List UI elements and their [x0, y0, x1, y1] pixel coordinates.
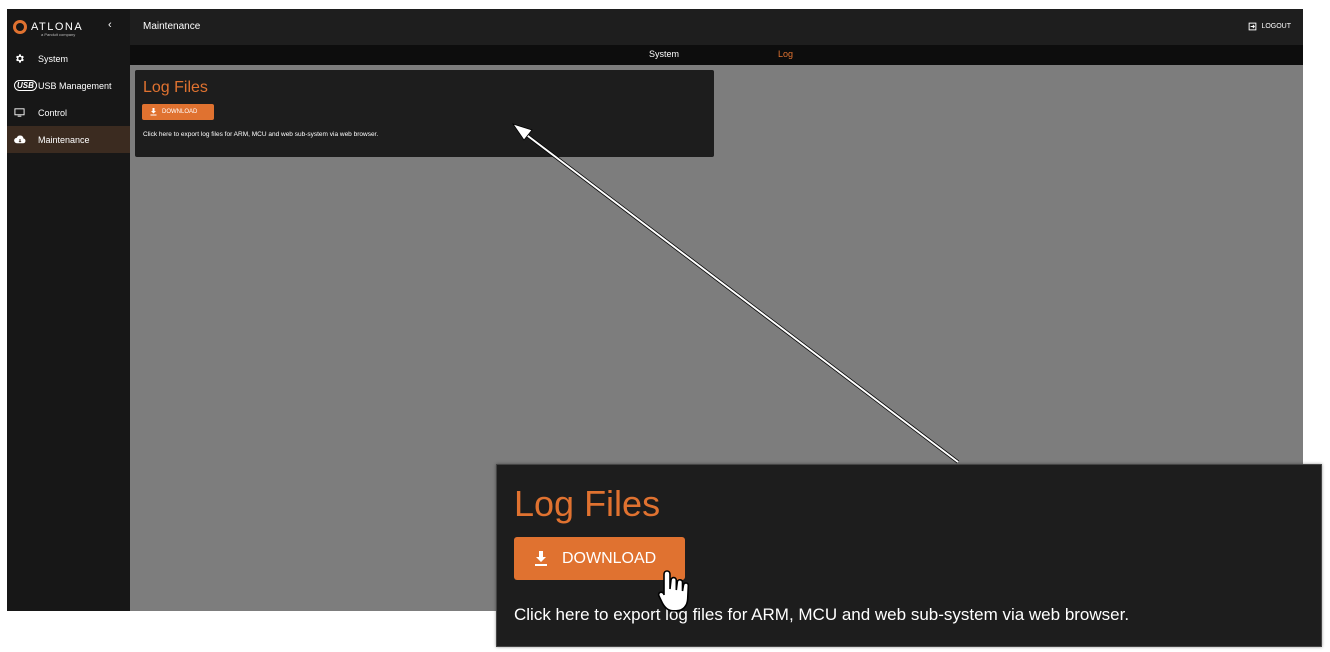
sidebar-item-label: System	[38, 53, 69, 64]
gear-icon	[14, 53, 38, 64]
sidebar-item-control[interactable]: Control	[7, 99, 130, 126]
usb-badge: USB	[14, 80, 37, 91]
download-icon	[150, 108, 157, 116]
logout-label: LOGOUT	[1261, 23, 1291, 30]
atlona-logo-icon	[13, 20, 27, 34]
screenshot-stage: ATLONA a Panduit company ‹ System USB US…	[0, 0, 1330, 652]
logo: ATLONA a Panduit company ‹	[7, 9, 130, 45]
tab-log[interactable]: Log	[778, 49, 793, 59]
sidebar-item-system[interactable]: System	[7, 45, 130, 72]
tab-system[interactable]: System	[649, 49, 679, 59]
zoom-callout: Log Files DOWNLOAD Click here to export …	[496, 464, 1322, 647]
usb-icon: USB	[14, 80, 38, 91]
log-files-card: Log Files DOWNLOAD Click here to export …	[135, 70, 714, 157]
monitor-icon	[14, 107, 38, 118]
sidebar-item-label: Maintenance	[38, 134, 90, 145]
sidebar-item-maintenance[interactable]: Maintenance	[7, 126, 130, 153]
download-button[interactable]: DOWNLOAD	[142, 104, 214, 120]
sidebar: ATLONA a Panduit company ‹ System USB US…	[7, 9, 130, 611]
card-description: Click here to export log files for ARM, …	[143, 131, 379, 138]
tab-bar: System Log	[130, 45, 1303, 65]
zoom-download-button-label: DOWNLOAD	[562, 549, 657, 567]
sidebar-item-usb-management[interactable]: USB USB Management	[7, 72, 130, 99]
download-icon	[535, 550, 547, 566]
page-title: Maintenance	[143, 21, 201, 32]
download-button-label: DOWNLOAD	[162, 109, 198, 115]
top-bar: Maintenance LOGOUT	[130, 9, 1303, 45]
sidebar-item-label: USB Management	[38, 80, 112, 91]
logo-subtitle: a Panduit company	[41, 32, 76, 37]
sidebar-item-label: Control	[38, 107, 68, 118]
card-title: Log Files	[143, 79, 208, 96]
cloud-icon	[14, 134, 38, 145]
zoom-card-title: Log Files	[514, 483, 661, 524]
logo-text: ATLONA	[31, 20, 84, 33]
zoom-card-description: Click here to export log files for ARM, …	[514, 605, 1130, 624]
logout-button[interactable]: LOGOUT	[1248, 22, 1291, 31]
logout-icon	[1249, 22, 1257, 31]
collapse-sidebar-icon[interactable]: ‹	[108, 20, 112, 31]
hand-cursor-icon	[657, 570, 690, 612]
